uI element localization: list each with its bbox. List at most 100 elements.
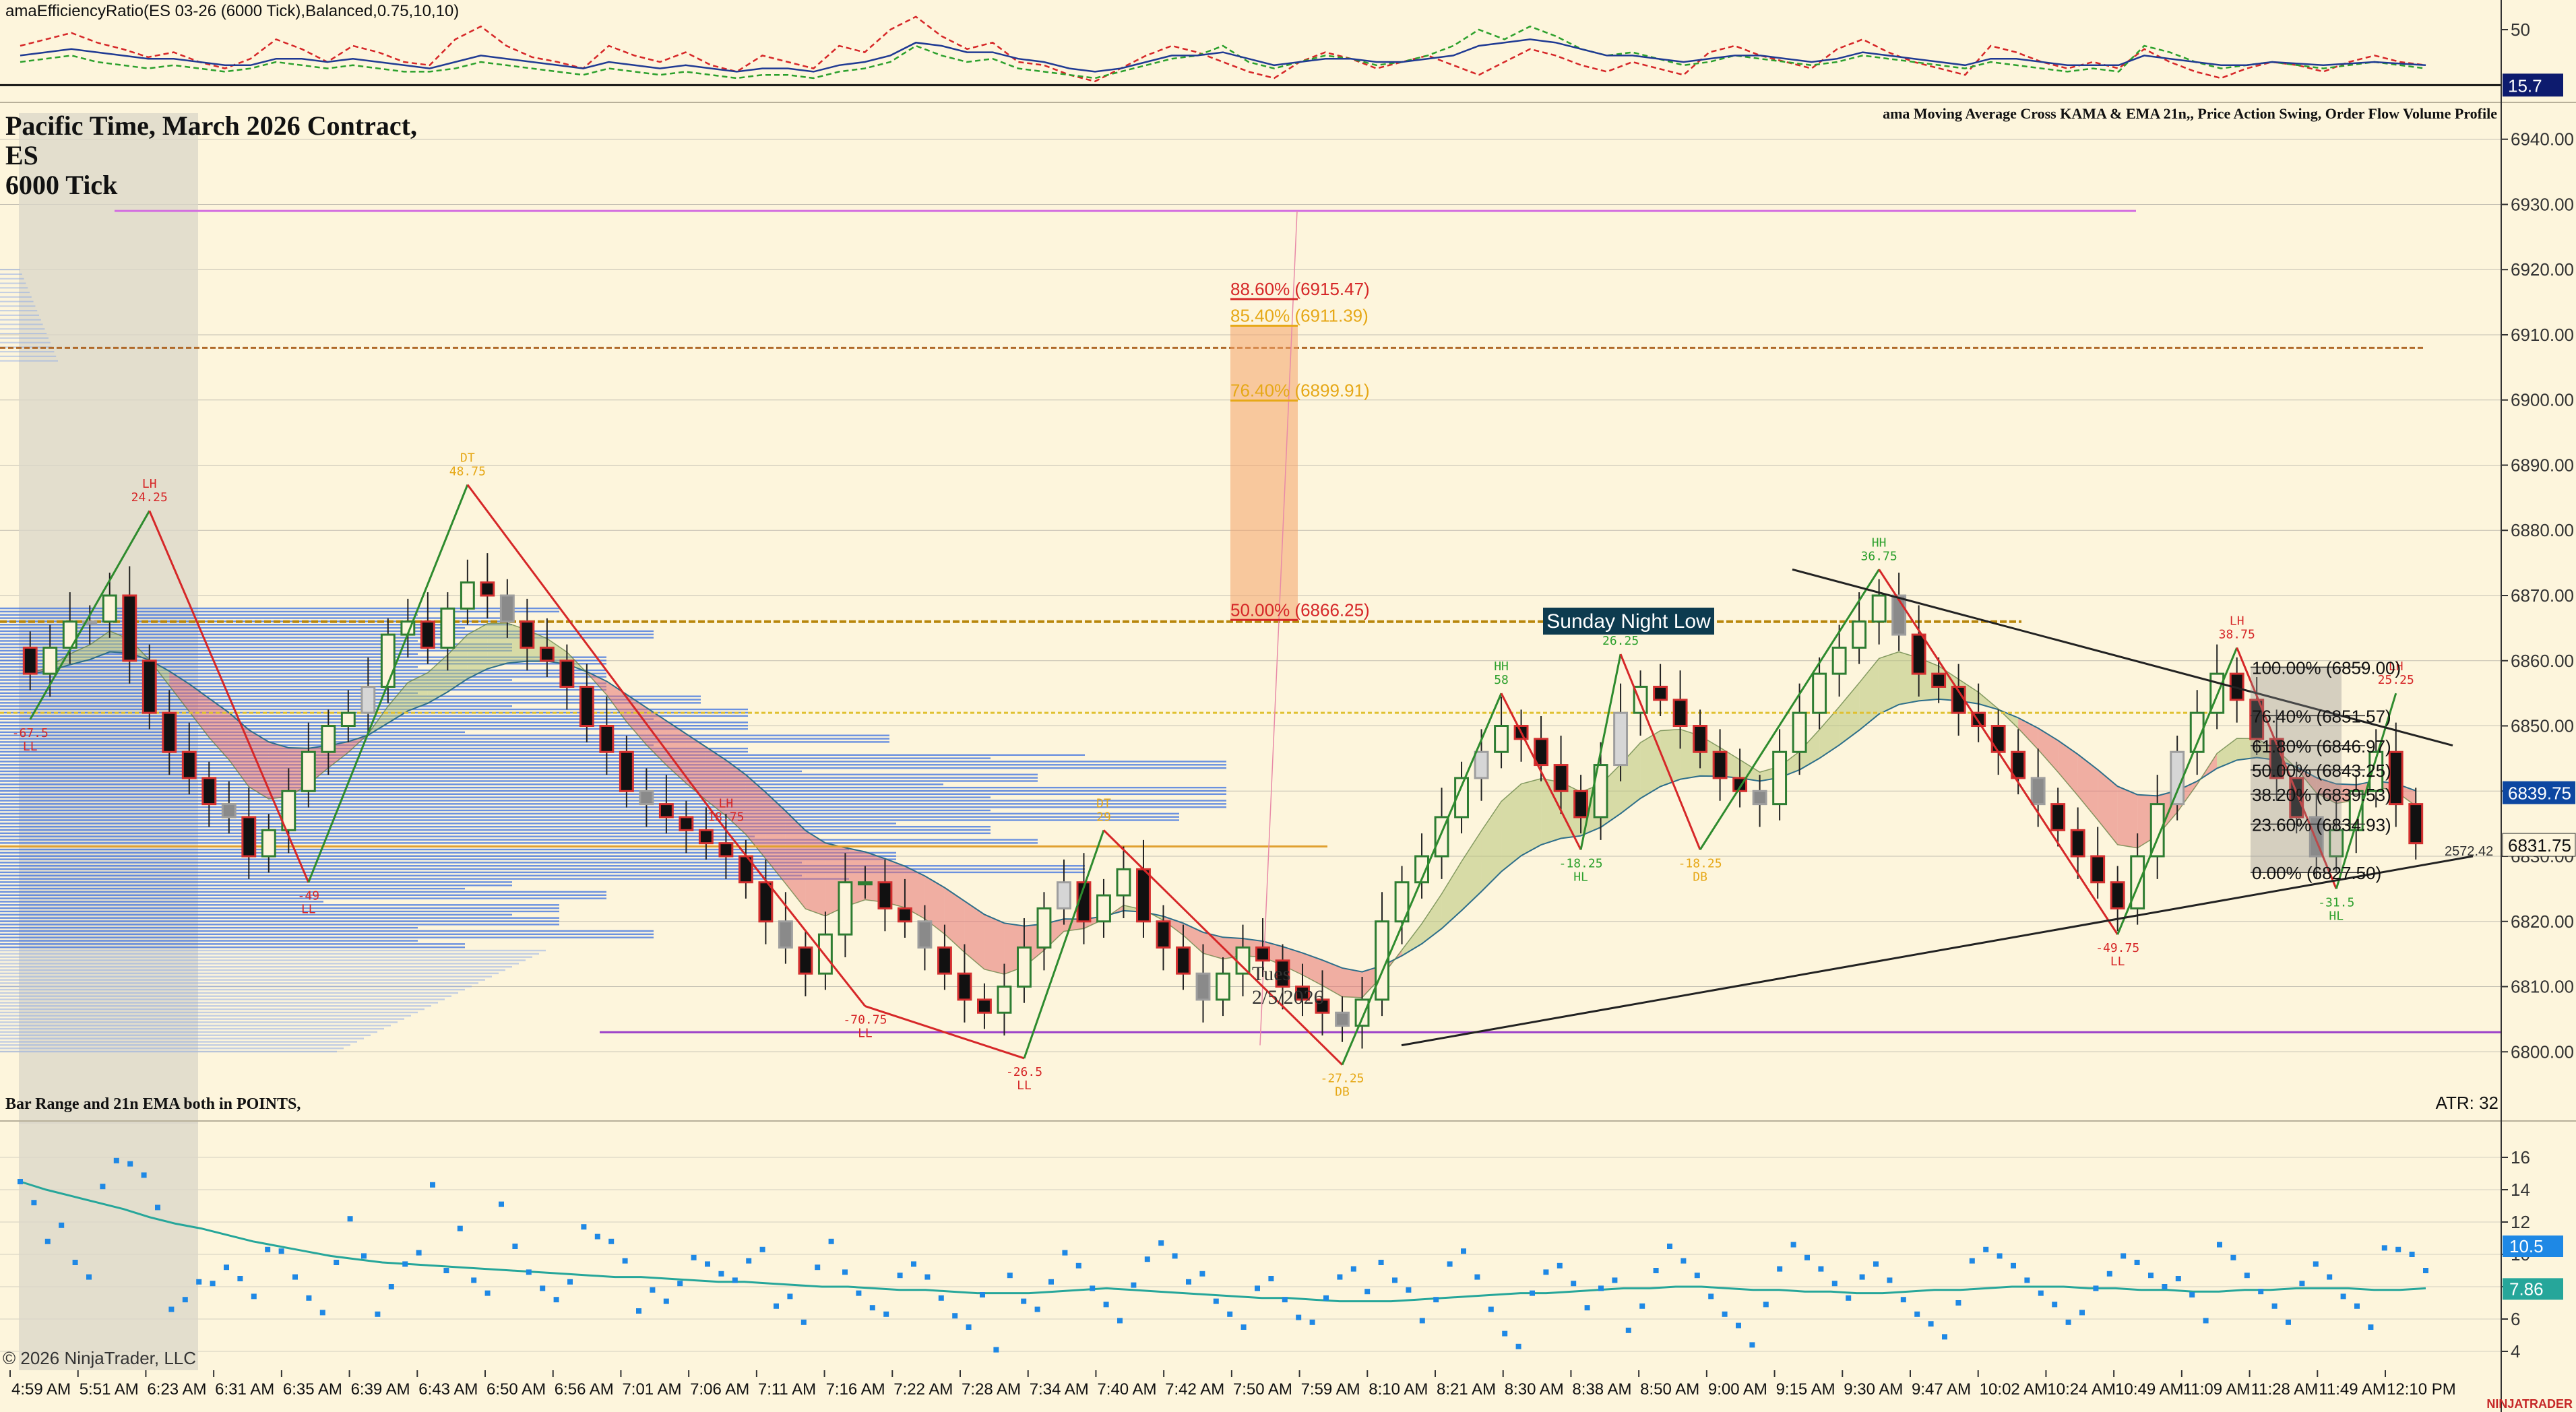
volume-profile-bar [0,333,47,335]
range-dot [800,1319,807,1325]
range-dot [2340,1293,2346,1299]
volume-profile-bar [0,750,748,753]
range-dot [1736,1322,1741,1328]
candle-body [460,581,475,610]
range-dot [938,1295,944,1301]
swing-sublabel: 26.25 [1602,634,1639,648]
chart-title-line-1: Pacific Time, March 2026 Contract, [5,110,417,141]
range-dot [608,1238,615,1244]
time-axis-label: 5:51 AM [80,1380,139,1399]
candle-body [42,646,58,675]
volume-profile-bar [0,998,445,1000]
range-axis-label: 4 [2511,1341,2520,1361]
range-dot [113,1157,119,1163]
candle-body [1931,672,1947,688]
range-dot [1653,1268,1659,1273]
range-dot [1433,1297,1439,1303]
chart-title-line-2: ES [5,140,38,170]
range-dot [1419,1318,1425,1324]
range-dot [774,1303,779,1309]
volume-profile-bar [0,842,1038,844]
candle-body [1752,790,1767,806]
swing-sublabel: 36.75 [1861,549,1897,563]
volume-profile-bar [0,637,654,639]
swing-label: LH [142,477,157,491]
range-dot [361,1253,367,1259]
volume-profile-bar [0,924,559,926]
candle-body [1693,725,1708,753]
fib-b-level-label: 76.40% (6851.57) [2252,706,2391,726]
time-axis-label: 7:22 AM [893,1380,953,1399]
volume-profile-bar [0,874,802,876]
range-dot [1667,1244,1672,1249]
price-axis-label: 6800.00 [2511,1041,2574,1062]
range-dot [980,1292,985,1297]
volume-profile-bar [0,825,991,828]
range-dot [2121,1253,2127,1259]
price-axis-label: 6930.00 [2511,194,2574,214]
volume-profile-bar [0,702,701,704]
swing-sublabel: 29 [1096,810,1111,824]
candle-body [1494,725,1509,753]
candle-body [301,750,316,792]
range-dot [2162,1284,2168,1289]
candle-body [658,803,674,819]
volume-profile-bar [0,360,58,362]
range-dot [2299,1281,2305,1287]
volume-profile-bar [0,953,539,955]
ma-cloud-segment [1879,651,1899,714]
volume-profile-bar [0,738,889,740]
volume-profile-bar [0,855,896,857]
candle-body [1354,998,1370,1027]
volume-profile-bar [0,988,465,991]
candle-body [2030,777,2046,806]
range-dot [2038,1290,2044,1296]
range-dot [319,1310,325,1316]
time-axis-label: 8:38 AM [1572,1380,1631,1399]
swing-sublabel: HL [2329,909,2344,923]
range-dot [1955,1300,1961,1306]
swing-label: -27.25 [1321,1072,1364,1086]
swing-sublabel: 38.75 [2219,627,2255,641]
time-axis-label: 10:49 AM [2115,1380,2183,1399]
volume-profile-bar [0,287,28,289]
volume-profile-bar [0,1008,425,1010]
volume-profile-bar [0,653,418,655]
volume-profile-bar [0,1034,371,1037]
range-dot [1213,1298,1219,1304]
volume-profile-bar [0,747,748,750]
range-dot [100,1184,106,1190]
range-dot [1530,1290,1535,1296]
time-axis-label: 10:24 AM [2047,1380,2115,1399]
range-dot [1296,1314,1302,1320]
candle-body [1195,972,1211,1001]
price-marker-label: 6831.75 [2508,835,2571,856]
candle-body [758,881,774,923]
volume-profile-bar [0,1011,418,1014]
price-axis-label: 6910.00 [2511,325,2574,345]
range-dot [443,1268,449,1273]
volume-profile-bar [0,351,55,353]
range-dot [1158,1240,1164,1246]
range-dot [2313,1261,2319,1267]
volume-profile-bar [0,946,465,949]
volume-profile-bar [0,809,991,812]
range-dot [1639,1303,1645,1309]
candle-body [1136,868,1151,923]
volume-profile-bar [0,682,606,684]
volume-profile-bar [0,793,1226,796]
volume-profile-bar [0,607,559,610]
range-dot [540,1285,546,1291]
volume-profile-bar [0,992,458,994]
volume-profile-bar [0,803,1226,805]
volume-profile-bar [0,692,418,695]
price-axis-label: 6850.00 [2511,716,2574,736]
range-dot [1117,1318,1123,1324]
range-marker-label: 10.5 [2509,1236,2544,1256]
fib-b-level-label: 100.00% (6859.00) [2252,657,2401,678]
time-axis-label: 7:06 AM [690,1380,749,1399]
volume-profile-bar [0,796,991,798]
swing-label: -18.25 [1678,856,1722,870]
range-dot [1790,1242,1796,1248]
volume-profile-bar [0,806,1226,808]
